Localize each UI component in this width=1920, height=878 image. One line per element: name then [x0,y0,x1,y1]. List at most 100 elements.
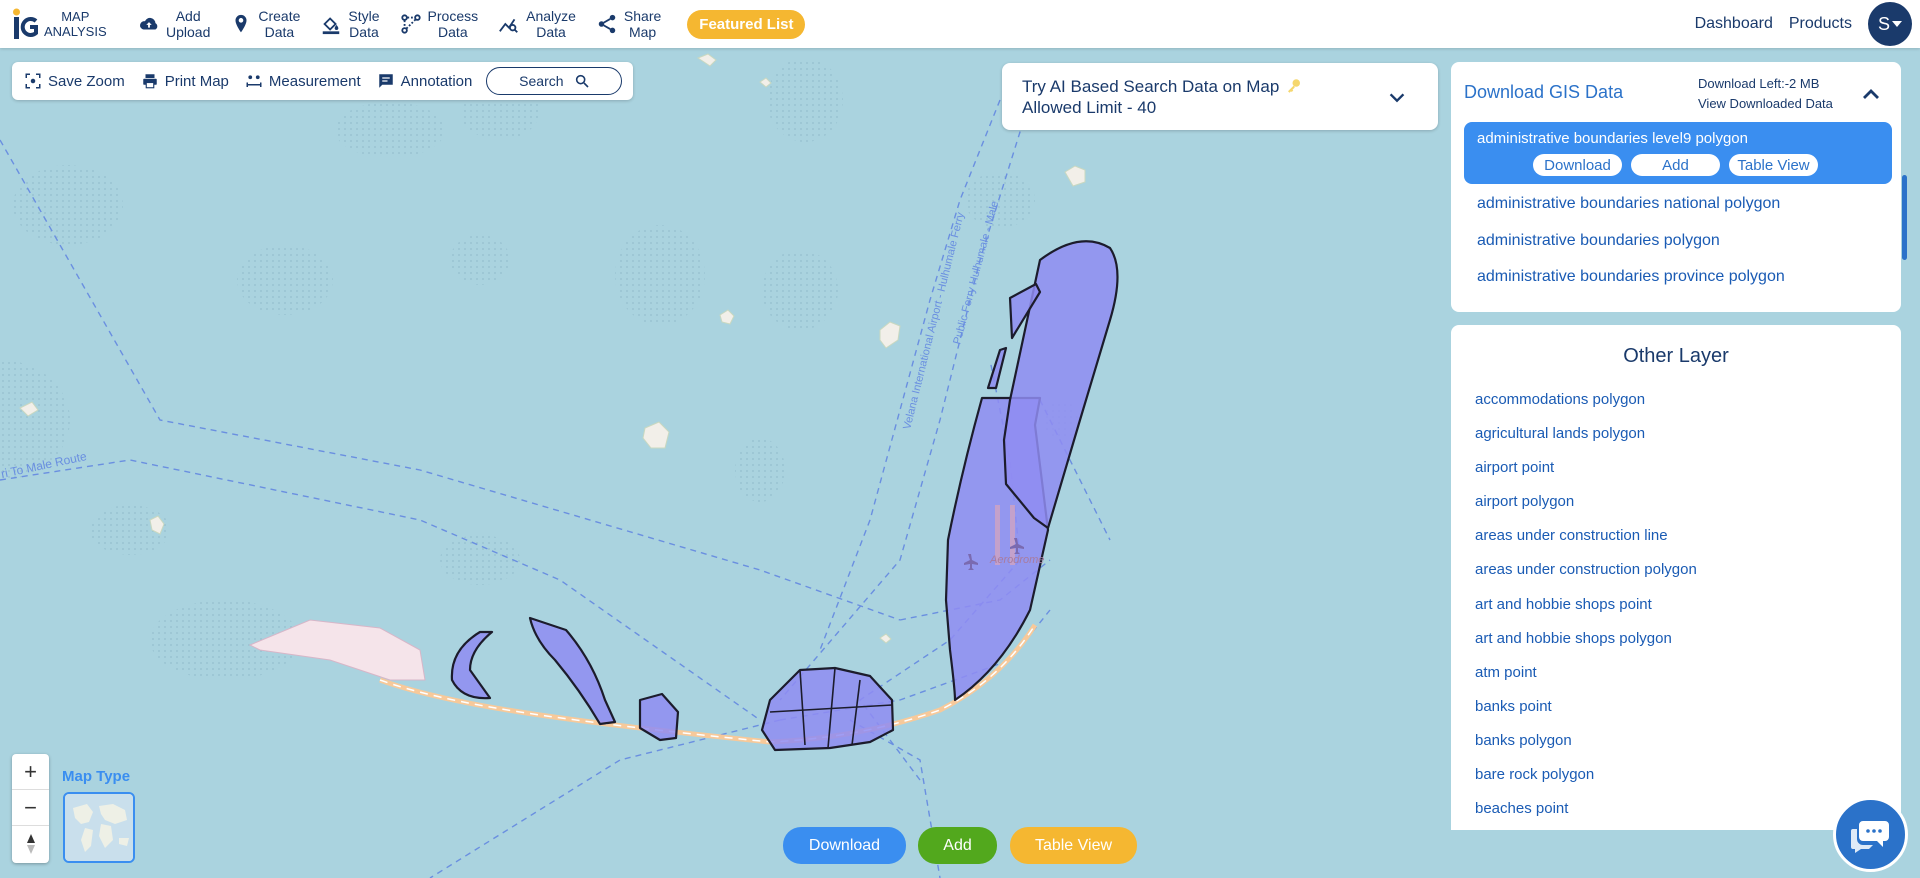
nav-create-line2: Data [264,24,295,40]
other-layer-item[interactable]: atm point [1475,663,1697,697]
process-icon [400,14,421,34]
other-layer-item[interactable]: areas under construction polygon [1475,560,1697,594]
other-layer-list: accommodations polygon agricultural land… [1475,390,1697,830]
nav-share-line2: Map [628,24,657,40]
other-layer-title: Other Layer [1623,345,1729,367]
panel-scrollbar[interactable] [1902,175,1907,260]
nav-style-line2: Data [349,24,379,40]
download-button[interactable]: Download [783,827,906,864]
compass-icon [26,834,35,854]
app-logo[interactable]: MAP ANALYSIS [12,7,112,41]
logo-line1: MAP [61,9,90,24]
measurement-tool[interactable]: Measurement [245,72,361,90]
measure-icon [246,75,262,87]
target-icon [25,73,41,89]
nav-add-upload-line2: Upload [166,24,211,40]
chat-bubble-icon [1850,820,1889,853]
map-toolbar: Save Zoom Print Map Measurement Annotati… [12,62,633,100]
layer-item[interactable]: administrative boundaries polygon [1477,232,1720,250]
nav-process-line1: Process [427,8,479,24]
annotation-label: Annotation [400,72,473,90]
selected-layer-card[interactable]: administrative boundaries level9 polygon… [1464,122,1892,184]
save-zoom-tool[interactable]: Save Zoom [24,72,125,90]
measurement-label: Measurement [268,72,361,90]
ai-search-dropdown[interactable]: Try AI Based Search Data on Map Allowed … [1002,63,1438,130]
search-icon [575,74,589,88]
nav-create-data[interactable]: Create Data [230,8,300,40]
nav-create-line1: Create [258,8,301,24]
chat-support-button[interactable] [1833,797,1908,872]
annotation-tool[interactable]: Annotation [377,72,473,90]
chevron-up-icon[interactable] [1859,82,1883,106]
download-gis-panel: Download GIS Data Download Left:-2 MB Vi… [1451,62,1901,312]
table-view-button[interactable]: Table View [1010,827,1137,864]
view-downloaded-link[interactable]: View Downloaded Data [1698,94,1833,114]
add-button[interactable]: Add [918,827,997,864]
download-panel-title: Download GIS Data [1464,82,1624,102]
selected-download-button[interactable]: Download [1533,154,1622,176]
ai-search-title: Try AI Based Search Data on Map [1022,77,1280,96]
selected-layer-name: administrative boundaries level9 polygon [1477,130,1748,147]
logo-mark-icon [12,7,38,41]
nav-add-upload[interactable]: Add Upload [138,8,210,40]
download-left-text: Download Left:-2 MB [1698,76,1820,91]
avatar-letter: S [1877,13,1890,34]
nav-add-upload-line1: Add [175,8,201,24]
nav-analyze-line2: Data [536,24,566,40]
comment-icon [378,74,393,88]
key-icon [1288,79,1301,93]
selected-add-button[interactable]: Add [1631,154,1720,176]
map-pin-icon [235,14,247,33]
other-layer-item[interactable]: agricultural lands polygon [1475,424,1697,458]
logo-line2: ANALYSIS [44,24,107,39]
printer-icon [142,74,157,89]
products-link[interactable]: Products [1789,15,1852,33]
other-layer-item[interactable]: airport point [1475,458,1697,492]
reset-bearing-button[interactable] [12,826,49,862]
airport-label: Aerodrome [989,554,1044,566]
nav-analyze-line1: Analyze [526,8,576,24]
zoom-out-button[interactable]: − [12,790,49,826]
zoom-in-button[interactable]: + [12,754,49,790]
paint-bucket-icon [323,17,340,35]
nav-share-map[interactable]: Share Map [596,8,661,40]
nav-process-line2: Data [438,24,468,40]
other-layer-item[interactable]: art and hobbie shops point [1475,595,1697,629]
user-avatar[interactable]: S [1868,2,1912,46]
nav-share-line1: Share [623,8,662,24]
other-layer-item[interactable]: banks polygon [1475,731,1697,765]
cloud-upload-icon [140,17,158,30]
map-type-thumbnail[interactable] [63,792,135,863]
selected-table-view-button[interactable]: Table View [1729,154,1818,176]
nav-style-line1: Style [348,8,380,24]
featured-list-button[interactable]: Featured List [687,9,806,39]
save-zoom-label: Save Zoom [48,72,125,90]
other-layer-item[interactable]: art and hobbie shops polygon [1475,629,1697,663]
layer-item[interactable]: administrative boundaries province polyg… [1477,268,1785,286]
other-layer-item[interactable]: airport polygon [1475,492,1697,526]
print-map-tool[interactable]: Print Map [141,72,229,90]
other-layer-item[interactable]: banks point [1475,697,1697,731]
other-layer-item[interactable]: areas under construction line [1475,526,1697,560]
other-layer-item[interactable]: bare rock polygon [1475,765,1697,799]
nav-style-data[interactable]: Style Data [320,8,380,40]
other-layer-item[interactable]: beaches point [1475,799,1697,830]
map-search-button[interactable]: Search [486,67,623,95]
zoom-controls: + − [12,754,49,863]
other-layer-item[interactable]: accommodations polygon [1475,390,1697,424]
search-label: Search [519,73,564,89]
ai-search-limit: Allowed Limit - 40 [1022,98,1157,117]
nav-process-data[interactable]: Process Data [400,8,479,40]
caret-down-icon [1892,21,1902,27]
chevron-down-icon [1389,93,1405,103]
other-layer-panel: Other Layer accommodations polygon agric… [1451,325,1901,830]
analyze-icon [499,18,519,33]
nav-analyze-data[interactable]: Analyze Data [498,8,576,40]
dashboard-link[interactable]: Dashboard [1695,15,1773,33]
map-type-label: Map Type [62,768,131,785]
print-map-label: Print Map [164,72,229,90]
top-navigation-bar: MAP ANALYSIS Add Upload Create Data Style D… [0,0,1920,48]
world-map-icon [65,794,133,861]
share-icon [598,14,616,34]
layer-item[interactable]: administrative boundaries national polyg… [1477,195,1780,213]
